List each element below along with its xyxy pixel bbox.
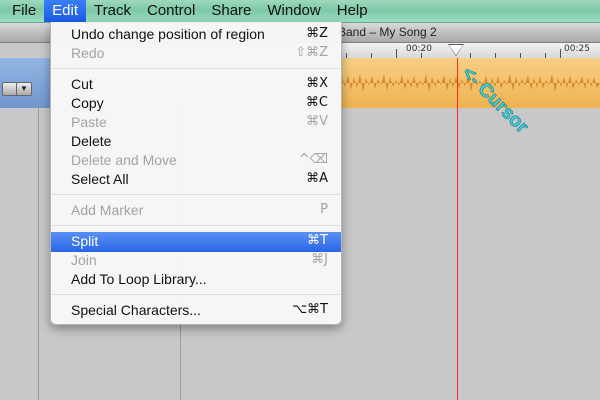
menu-item-shortcut: ^⌫	[298, 152, 328, 167]
menu-track[interactable]: Track	[86, 0, 139, 22]
menu-window[interactable]: Window	[259, 0, 328, 22]
menu-item-split[interactable]: Split ⌘T	[51, 232, 341, 252]
menu-item-shortcut: P	[320, 202, 328, 217]
menu-item-label: Paste	[71, 114, 107, 130]
playhead-icon[interactable]	[449, 45, 463, 55]
menu-item-shortcut: ⌥⌘T	[292, 302, 328, 317]
menu-item-select-all[interactable]: Select All ⌘A	[51, 170, 341, 189]
timeline-ruler[interactable]: 00:20 00:25	[338, 43, 600, 59]
menu-item-shortcut: ⇧⌘Z	[295, 45, 328, 60]
track-header[interactable]: ▼	[0, 58, 50, 109]
ruler-tick	[396, 49, 397, 58]
menu-item-label: Redo	[71, 45, 105, 61]
menu-item-label: Special Characters...	[71, 302, 201, 318]
chevron-down-icon[interactable]: ▼	[16, 82, 32, 96]
menu-item-redo[interactable]: Redo ⇧⌘Z	[51, 44, 341, 63]
menu-item-shortcut: ⌘T	[307, 233, 328, 248]
menu-item-special-characters[interactable]: Special Characters... ⌥⌘T	[51, 301, 341, 320]
edit-menu: Undo change position of region ⌘Z Redo ⇧…	[50, 22, 342, 325]
menu-item-label: Split	[71, 233, 99, 249]
menu-item-label: Cut	[71, 76, 93, 92]
gridline	[38, 108, 39, 400]
menu-edit[interactable]: Edit	[44, 0, 87, 22]
menu-separator	[52, 68, 340, 69]
menu-item-add-to-loop-library[interactable]: Add To Loop Library...	[51, 270, 341, 289]
menu-control[interactable]: Control	[139, 0, 203, 22]
menu-item-add-marker[interactable]: Add Marker P	[51, 201, 341, 220]
menu-file[interactable]: File	[0, 0, 44, 22]
menu-item-shortcut: ⌘X	[306, 76, 328, 91]
menu-separator	[52, 294, 340, 295]
menu-item-label: Add To Loop Library...	[71, 271, 207, 287]
cursor-annotation-text: <- Cursor	[461, 63, 533, 138]
menu-item-label: Undo change position of region	[71, 26, 265, 42]
menu-item-shortcut: ⌘Z	[306, 26, 328, 41]
menu-item-shortcut: ⌘C	[305, 95, 328, 110]
ruler-label-3: 00:25	[564, 44, 590, 54]
menu-item-paste[interactable]: Paste ⌘V	[51, 113, 341, 132]
menu-item-join[interactable]: Join ⌘J	[51, 251, 341, 270]
ruler-tick	[560, 49, 561, 58]
menu-item-shortcut: ⌘A	[306, 171, 328, 186]
menu-separator	[52, 225, 340, 226]
menu-separator	[52, 194, 340, 195]
menu-bar: File Edit Track Control Share Window Hel…	[0, 0, 600, 23]
menu-item-cut[interactable]: Cut ⌘X	[51, 75, 341, 94]
menu-help[interactable]: Help	[329, 0, 376, 22]
menu-item-delete[interactable]: Delete	[51, 132, 341, 151]
cursor-annotation: <- Cursor	[461, 62, 533, 138]
menu-item-undo[interactable]: Undo change position of region ⌘Z	[51, 25, 341, 44]
menu-item-copy[interactable]: Copy ⌘C	[51, 94, 341, 113]
menu-item-shortcut: ⌘V	[306, 114, 328, 129]
menu-item-label: Join	[71, 252, 97, 268]
playhead-line	[457, 58, 458, 400]
menu-item-label: Select All	[71, 171, 129, 187]
menu-item-label: Add Marker	[71, 202, 144, 218]
menu-item-shortcut: ⌘J	[311, 252, 328, 267]
window-title: Band – My Song 2	[338, 25, 437, 39]
menu-item-label: Copy	[71, 95, 104, 111]
menu-item-label: Delete and Move	[71, 152, 177, 168]
menu-item-delete-and-move[interactable]: Delete and Move ^⌫	[51, 151, 341, 170]
ruler-label-2: 00:20	[406, 44, 432, 54]
menu-share[interactable]: Share	[203, 0, 259, 22]
menu-item-label: Delete	[71, 133, 112, 149]
